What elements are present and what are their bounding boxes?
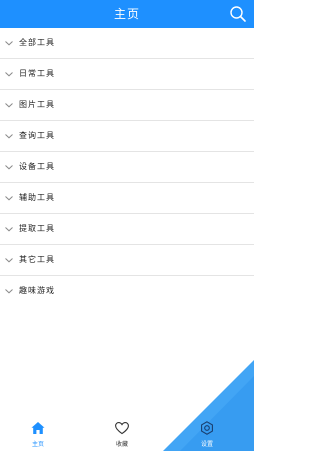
category-item-image-tools[interactable]: 图片工具	[0, 90, 254, 121]
category-item-extract-tools[interactable]: 提取工具	[0, 214, 254, 245]
nav-settings-label: 设置	[200, 441, 213, 448]
nav-settings[interactable]: 设置	[177, 416, 237, 451]
category-label: 其它工具	[19, 255, 55, 264]
category-label: 图片工具	[19, 100, 55, 109]
bottom-nav: 主页 收藏 设置	[0, 416, 254, 451]
chevron-down-icon	[4, 286, 14, 296]
category-item-other-tools[interactable]: 其它工具	[0, 245, 254, 276]
category-label: 提取工具	[19, 224, 55, 233]
settings-icon	[199, 420, 215, 436]
category-item-all-tools[interactable]: 全部工具	[0, 28, 254, 59]
category-item-device-tools[interactable]: 设备工具	[0, 152, 254, 183]
chevron-down-icon	[4, 255, 14, 265]
chevron-down-icon	[4, 100, 14, 110]
home-icon	[30, 420, 46, 436]
category-item-fun-games[interactable]: 趣味游戏	[0, 276, 254, 306]
category-list: 全部工具 日常工具 图片工具 查询工具 设备工具 辅助工具 提取工具 其它工具 …	[0, 28, 254, 306]
category-item-assist-tools[interactable]: 辅助工具	[0, 183, 254, 214]
search-icon	[228, 4, 248, 24]
category-item-daily-tools[interactable]: 日常工具	[0, 59, 254, 90]
search-button[interactable]	[228, 4, 248, 24]
chevron-down-icon	[4, 193, 14, 203]
chevron-down-icon	[4, 162, 14, 172]
category-label: 日常工具	[19, 69, 55, 78]
category-label: 全部工具	[19, 38, 55, 47]
chevron-down-icon	[4, 131, 14, 141]
nav-favorites[interactable]: 收藏	[92, 416, 152, 451]
chevron-down-icon	[4, 38, 14, 48]
category-label: 设备工具	[19, 162, 55, 171]
app-bar: 主页	[0, 0, 254, 28]
category-item-query-tools[interactable]: 查询工具	[0, 121, 254, 152]
chevron-down-icon	[4, 69, 14, 79]
chevron-down-icon	[4, 224, 14, 234]
nav-home-label: 主页	[31, 441, 44, 448]
category-label: 趣味游戏	[19, 286, 55, 295]
category-label: 查询工具	[19, 131, 55, 140]
heart-icon	[114, 420, 130, 436]
nav-home[interactable]: 主页	[8, 416, 68, 451]
page-title: 主页	[113, 7, 140, 21]
category-label: 辅助工具	[19, 193, 55, 202]
nav-favorites-label: 收藏	[115, 441, 128, 448]
